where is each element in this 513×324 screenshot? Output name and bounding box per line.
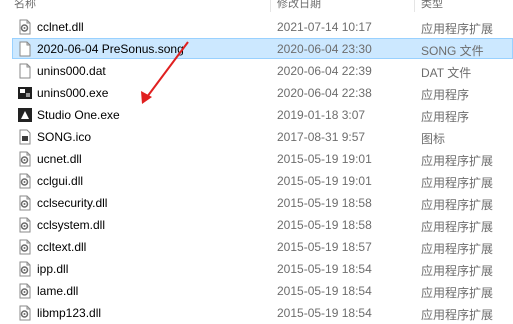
- file-date: 2020-06-04 22:38: [277, 86, 372, 100]
- file-date: 2021-07-14 10:17: [277, 20, 372, 34]
- dll-gear-icon: [17, 195, 33, 211]
- file-date: 2019-01-18 3:07: [277, 108, 366, 122]
- file-type: DAT 文件: [421, 66, 472, 80]
- file-row[interactable]: cclsecurity.dll 2015-05-19 18:58 应用程序扩展: [0, 192, 513, 214]
- file-name[interactable]: unins000.dat: [37, 64, 106, 78]
- column-date-header[interactable]: 修改日期: [277, 0, 321, 11]
- dll-gear-icon: [17, 173, 33, 189]
- file-row[interactable]: cclnet.dll 2021-07-14 10:17 应用程序扩展: [0, 16, 513, 38]
- file-name[interactable]: libmp123.dll: [37, 306, 101, 320]
- file-name[interactable]: lame.dll: [37, 284, 78, 298]
- dll-gear-icon: [17, 239, 33, 255]
- file-date: 2015-05-19 18:58: [277, 196, 372, 210]
- file-type: SONG 文件: [421, 44, 484, 58]
- dll-gear-icon: [17, 261, 33, 277]
- file-type: 应用程序扩展: [421, 176, 494, 190]
- file-type: 应用程序扩展: [421, 220, 494, 234]
- file-row[interactable]: unins000.dat 2020-06-04 22:39 DAT 文件: [0, 60, 513, 82]
- file-type: 图标: [421, 132, 446, 146]
- file-name[interactable]: unins000.exe: [37, 86, 108, 100]
- dll-gear-icon: [17, 305, 33, 321]
- file-row[interactable]: ccltext.dll 2015-05-19 18:57 应用程序扩展: [0, 236, 513, 258]
- file-type: 应用程序扩展: [421, 154, 494, 168]
- file-date: 2015-05-19 19:01: [277, 152, 372, 166]
- file-type: 应用程序扩展: [421, 264, 494, 278]
- file-row[interactable]: cclgui.dll 2015-05-19 19:01 应用程序扩展: [0, 170, 513, 192]
- file-name[interactable]: SONG.ico: [37, 130, 91, 144]
- file-row[interactable]: Studio One.exe 2019-01-18 3:07 应用程序: [0, 104, 513, 126]
- studio-one-exe-icon: [17, 107, 33, 123]
- file-type: 应用程序扩展: [421, 308, 494, 322]
- file-type: 应用程序: [421, 88, 470, 102]
- dll-gear-icon: [17, 217, 33, 233]
- file-row[interactable]: cclsystem.dll 2015-05-19 18:58 应用程序扩展: [0, 214, 513, 236]
- file-row[interactable]: libmp123.dll 2015-05-19 18:54 应用程序扩展: [0, 302, 513, 324]
- file-row[interactable]: 2020-06-04 PreSonus.song 2020-06-04 23:30…: [0, 38, 513, 60]
- file-type: 应用程序扩展: [421, 286, 494, 300]
- column-header: 名称 修改日期 类型: [0, 0, 513, 12]
- file-date: 2015-05-19 18:54: [277, 284, 372, 298]
- column-divider[interactable]: [414, 0, 415, 12]
- document-icon: [17, 63, 33, 79]
- file-name[interactable]: 2020-06-04 PreSonus.song: [37, 42, 184, 56]
- file-date: 2017-08-31 9:57: [277, 130, 366, 144]
- column-name-header[interactable]: 名称: [14, 0, 36, 11]
- file-type: 应用程序扩展: [421, 198, 494, 212]
- file-date: 2015-05-19 18:54: [277, 262, 372, 276]
- file-name[interactable]: ucnet.dll: [37, 152, 82, 166]
- file-name[interactable]: cclsecurity.dll: [37, 196, 107, 210]
- file-name[interactable]: cclnet.dll: [37, 20, 84, 34]
- file-date: 2015-05-19 19:01: [277, 174, 372, 188]
- file-row[interactable]: SONG.ico 2017-08-31 9:57 图标: [0, 126, 513, 148]
- file-name[interactable]: ipp.dll: [37, 262, 68, 276]
- file-date: 2015-05-19 18:58: [277, 218, 372, 232]
- column-type-header[interactable]: 类型: [421, 0, 443, 11]
- file-type: 应用程序扩展: [421, 242, 494, 256]
- file-row[interactable]: ucnet.dll 2015-05-19 19:01 应用程序扩展: [0, 148, 513, 170]
- document-icon: [17, 41, 33, 57]
- file-name[interactable]: Studio One.exe: [37, 108, 120, 122]
- ico-file-icon: [17, 129, 33, 145]
- file-date: 2020-06-04 22:39: [277, 64, 372, 78]
- file-row[interactable]: ipp.dll 2015-05-19 18:54 应用程序扩展: [0, 258, 513, 280]
- dll-gear-icon: [17, 151, 33, 167]
- file-date: 2015-05-19 18:54: [277, 306, 372, 320]
- column-divider[interactable]: [270, 0, 271, 12]
- file-name[interactable]: ccltext.dll: [37, 240, 86, 254]
- file-date: 2020-06-04 23:30: [277, 42, 372, 56]
- file-type: 应用程序: [421, 110, 470, 124]
- file-type: 应用程序扩展: [421, 22, 494, 36]
- file-name[interactable]: cclgui.dll: [37, 174, 83, 188]
- file-name[interactable]: cclsystem.dll: [37, 218, 105, 232]
- dll-gear-icon: [17, 283, 33, 299]
- installer-exe-icon: [17, 85, 33, 101]
- file-row[interactable]: unins000.exe 2020-06-04 22:38 应用程序: [0, 82, 513, 104]
- dll-gear-icon: [17, 19, 33, 35]
- file-date: 2015-05-19 18:57: [277, 240, 372, 254]
